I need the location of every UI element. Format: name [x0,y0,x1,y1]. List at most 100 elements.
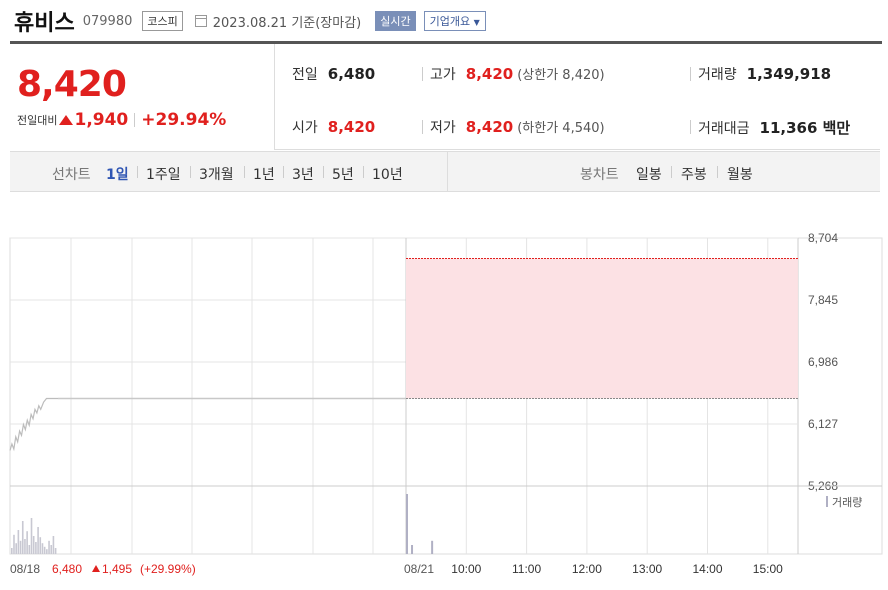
stat-open: 시가 8,420 [292,117,375,137]
tab-daily[interactable]: 일봉 [636,164,662,184]
tab-3year[interactable]: 3년 [292,164,314,184]
candle-chart-label: 봉차트 [580,167,619,183]
volume-bar [11,548,13,554]
divider [137,166,138,178]
x-tick-label: 10:00 [451,562,481,576]
prev-day-close: 6,480 [52,562,82,576]
volume-bar [50,545,53,554]
company-overview-label: 기업개요 [429,15,471,28]
tab-5year[interactable]: 5년 [332,164,354,184]
volume-bar [43,546,46,554]
x-tick-label: 13:00 [632,562,662,576]
diff-label: 전일대비 [17,114,58,127]
x-tick-label: 14:00 [692,562,722,576]
base-date: 2023.08.21 기준(장마감) [212,15,362,31]
price-summary: 8,420 전일대비 1,940 +29.94% 전일 6,480 고가 8,4… [10,44,880,150]
divider [690,67,691,81]
divider [422,67,423,81]
stat-value: 6,480 [327,65,376,83]
volume-bar [48,540,50,554]
stat-label: 거래대금 [698,121,750,137]
up-arrow-icon [59,115,74,125]
x-tick-label: 12:00 [572,562,602,576]
stat-value: 8,420 [327,118,376,136]
volume-bar [39,537,42,554]
volume-bar [35,542,37,554]
volume-bar [41,543,44,554]
divider [363,166,364,178]
stat-value: 8,420 [465,118,514,136]
stat-sub: (상한가 8,420) [517,68,605,83]
stat-value: 11,366 백만 [759,119,851,137]
tab-1week[interactable]: 1주일 [146,164,181,184]
y-tick-label: 7,845 [808,293,838,307]
stat-label: 시가 [292,120,318,136]
stat-prev-close: 전일 6,480 [292,64,375,84]
x-tick-label: 08/21 [404,562,434,576]
x-tick-label: 08/18 [10,562,40,576]
volume-legend-label: 거래량 [832,496,862,509]
stat-low: 저가 8,420 (하한가 4,540) [430,117,605,137]
prev-day-change: 1,495 [102,562,132,576]
stock-header: 휴비스 079980 코스피 2023.08.21 기준(장마감) 실시간 기업… [14,6,486,36]
stat-high: 고가 8,420 (상한가 8,420) [430,64,605,84]
tab-monthly[interactable]: 월봉 [727,164,753,184]
divider [244,166,245,178]
tab-weekly[interactable]: 주봉 [681,164,707,184]
stat-sub: (하한가 4,540) [517,121,605,136]
volume-bar [32,536,35,554]
stat-volume: 거래량 1,349,918 [698,64,831,84]
stat-label: 거래량 [698,67,737,83]
volume-bar [411,545,414,554]
divider [283,166,284,178]
tab-1year[interactable]: 1년 [253,164,275,184]
x-tick-label: 15:00 [753,562,783,576]
line-chart-label: 선차트 [52,167,91,183]
tab-1day[interactable]: 1일 [106,164,129,184]
stat-label: 저가 [430,120,456,136]
realtime-button[interactable]: 실시간 [375,11,416,31]
divider [422,120,423,134]
volume-bar [13,534,15,554]
current-price-panel: 8,420 전일대비 1,940 +29.94% [10,44,275,150]
tab-10year[interactable]: 10년 [372,164,403,184]
volume-bar [28,545,31,554]
up-arrow-icon [92,565,100,572]
prev-day-price-line [9,397,58,452]
price-diff: 1,940 [74,110,129,130]
y-tick-label: 8,704 [808,231,838,245]
volume-bar [15,543,17,554]
current-price: 8,420 [17,64,127,105]
divider [671,166,672,178]
divider [717,166,718,178]
price-chart: 8,7047,8456,9866,1275,268거래량08/18 6,480 1,… [9,231,883,576]
chevron-down-icon: ▼ [473,18,480,27]
chart-tabs: 선차트 1일 1주일 3개월 1년 3년 5년 10년 봉차트 일봉 주봉 월봉 [10,151,880,192]
stat-label: 전일 [292,67,318,83]
volume-bar [30,518,33,554]
volume-bar [37,527,39,554]
divider [190,166,191,178]
stock-code: 079980 [82,13,133,29]
volume-bar [21,521,24,554]
volume-bar [24,539,26,554]
stock-name: 휴비스 [14,11,75,36]
price-rate: +29.94% [141,110,227,130]
candle-tabs [447,152,448,191]
today-gain-area [406,258,798,399]
divider [323,166,324,178]
volume-bar [406,494,408,554]
prev-day-rate: (+29.99%) [140,562,196,576]
volume-bar [431,540,434,554]
volume-bar [52,536,55,554]
volume-bar [26,531,28,554]
volume-legend-swatch [826,496,828,507]
stat-value: 8,420 [465,65,514,83]
calendar-icon [194,15,207,27]
stat-value: 1,349,918 [746,65,832,83]
divider [134,113,136,127]
price-change-row: 전일대비 1,940 +29.94% [17,110,226,130]
tab-3month[interactable]: 3개월 [199,164,234,184]
company-overview-dropdown[interactable]: 기업개요 ▼ [423,11,486,31]
stat-amount: 거래대금 11,366 백만 [698,117,850,138]
